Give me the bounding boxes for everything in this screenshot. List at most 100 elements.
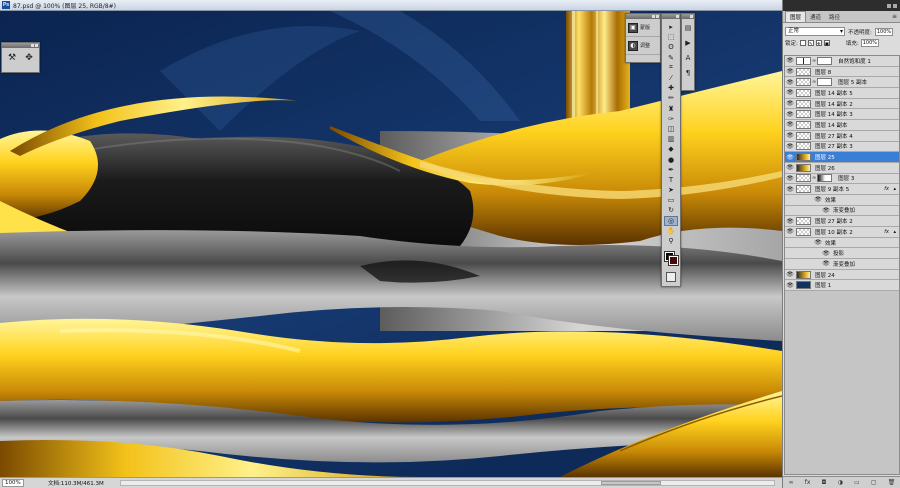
zoom-tool-icon[interactable]: ⚲ (664, 236, 678, 246)
type-tool-icon[interactable]: T (664, 175, 678, 185)
tool-preset-icon[interactable]: ⚒ (5, 51, 19, 65)
history-icon[interactable]: ▤ (682, 22, 694, 34)
panel-title-strip[interactable] (783, 0, 900, 11)
marquee-tool-icon[interactable]: ⬚ (664, 32, 678, 42)
layer-thumbnail[interactable] (796, 56, 811, 65)
link-layers-icon[interactable]: ∞ (789, 479, 794, 486)
panel-header[interactable] (682, 14, 694, 19)
layer-style-icon[interactable]: fx (805, 479, 811, 486)
visibility-eye-icon[interactable]: 👁 (785, 132, 795, 139)
layer-thumbnail[interactable] (796, 99, 811, 108)
visibility-eye-icon[interactable]: 👁 (785, 68, 795, 75)
quick-select-tool-icon[interactable]: ✎ (664, 53, 678, 63)
opacity-field[interactable]: 100% (874, 27, 893, 36)
toolbox[interactable]: ▸ ⬚ ʘ ✎ ⌗ ⁄ ✚ ✏ ♜ ✑ ◫ ▥ ◆ ● ✒ T ➤ ▭ ↻ ◎ ✋ ⚲ (661, 13, 681, 287)
mask-link-icon[interactable]: ∞ (812, 58, 816, 64)
dodge-tool-icon[interactable]: ● (664, 154, 678, 164)
background-color-swatch[interactable] (668, 255, 679, 267)
layer-mask-thumbnail[interactable] (817, 56, 833, 65)
eyedropper-tool-icon[interactable]: ⁄ (664, 73, 678, 83)
layer-row[interactable]: 👁 图层 14 副本 3 (785, 109, 899, 121)
zoom-field[interactable]: 100% (2, 479, 24, 487)
lock-pixels-icon[interactable]: ✎ (807, 40, 814, 46)
lasso-tool-icon[interactable]: ʘ (664, 42, 678, 52)
visibility-eye-icon[interactable]: 👁 (785, 228, 795, 235)
move-tool-icon[interactable]: ▸ (664, 22, 678, 32)
history-brush-icon[interactable]: ✑ (664, 114, 678, 124)
layer-row[interactable]: 👁 图层 14 副本 2 (785, 98, 899, 110)
layer-thumbnail[interactable] (796, 88, 811, 97)
visibility-eye-icon[interactable]: 👁 (785, 57, 795, 64)
blend-mode-select[interactable]: 正常 (785, 27, 845, 36)
layer-row[interactable]: 👁 图层 27 副本 2 (785, 216, 899, 227)
gradient-tool-icon[interactable]: ▥ (664, 134, 678, 144)
layer-row[interactable]: 👁 图层 10 副本 2 fx ▴ (785, 227, 899, 238)
adjustments-panel[interactable]: ▣ 蒙版 ◐ 调整 (625, 13, 661, 63)
quick-mask-button[interactable] (666, 272, 676, 283)
eraser-tool-icon[interactable]: ◫ (664, 124, 678, 134)
effect-visibility-icon[interactable]: 👁 (821, 207, 831, 214)
document-title-bar[interactable]: Ps 87.psd @ 100% (图层 25, RGB/8#) (0, 0, 782, 11)
effect-visibility-icon[interactable]: 👁 (813, 239, 823, 246)
panel-menu-icon[interactable]: ≡ (892, 13, 897, 20)
masks-panel-button[interactable]: ▣ 蒙版 (626, 19, 660, 37)
fx-expand-icon[interactable]: ▴ (893, 186, 896, 192)
visibility-eye-icon[interactable]: 👁 (785, 175, 795, 182)
visibility-eye-icon[interactable]: 👁 (785, 100, 795, 107)
layer-thumbnail[interactable] (796, 227, 811, 236)
layer-thumbnail[interactable] (796, 120, 811, 129)
layer-fx-icon[interactable]: fx (884, 229, 889, 235)
visibility-eye-icon[interactable]: 👁 (785, 218, 795, 225)
layer-thumbnail[interactable] (796, 153, 811, 162)
panel-header[interactable] (2, 43, 39, 48)
fill-field[interactable]: 100% (860, 39, 879, 47)
effect-visibility-icon[interactable]: 👁 (813, 196, 823, 203)
mask-link-icon[interactable]: ∞ (812, 175, 816, 181)
layer-row[interactable]: 👁 图层 14 副本 5 (785, 88, 899, 99)
new-adjustment-icon[interactable]: ◑ (838, 479, 843, 486)
layer-thumbnail[interactable] (796, 78, 811, 87)
crop-tool-icon[interactable]: ⌗ (664, 63, 678, 73)
layer-row[interactable]: 👁 图层 26 (785, 162, 899, 174)
layer-row[interactable]: 👁 ∞ 图层 5 副本 (785, 77, 899, 89)
layer-row[interactable]: 👁 图层 1 (785, 280, 899, 292)
tab-paths[interactable]: 路径 (825, 12, 844, 22)
layer-row[interactable]: 👁 图层 14 副本 (785, 120, 899, 131)
3d-orbit-icon[interactable]: ◎ (664, 215, 678, 226)
tab-layers[interactable]: 图层 (785, 11, 807, 22)
character-icon[interactable]: A (682, 52, 694, 64)
healing-brush-icon[interactable]: ✚ (664, 83, 678, 93)
add-mask-icon[interactable]: ◘ (822, 479, 827, 486)
new-layer-icon[interactable]: ▢ (871, 479, 877, 486)
layer-thumbnail[interactable] (796, 270, 811, 279)
layer-effect-row[interactable]: 👁 投影 (785, 248, 899, 260)
layer-thumbnail[interactable] (796, 131, 811, 140)
lock-position-icon[interactable]: ✥ (815, 40, 822, 46)
brush-tool-icon[interactable]: ✏ (664, 93, 678, 103)
path-select-icon[interactable]: ➤ (664, 185, 678, 195)
visibility-eye-icon[interactable]: 👁 (785, 154, 795, 161)
panel-dock-strip[interactable]: ▤ ▶ A ¶ (681, 13, 695, 91)
layer-row[interactable]: 👁 ∞ 自然饱和度 1 (785, 56, 899, 67)
layer-mask-thumbnail[interactable] (817, 174, 833, 183)
actions-icon[interactable]: ▶ (682, 37, 694, 49)
layer-row[interactable]: 👁 图层 8 (785, 66, 899, 78)
shape-tool-icon[interactable]: ▭ (664, 195, 678, 205)
visibility-eye-icon[interactable]: 👁 (785, 186, 795, 193)
effect-visibility-icon[interactable]: 👁 (821, 260, 831, 267)
layer-thumbnail[interactable] (796, 281, 811, 290)
visibility-eye-icon[interactable]: 👁 (785, 79, 795, 86)
blur-tool-icon[interactable]: ◆ (664, 144, 678, 154)
layer-fx-icon[interactable]: fx (884, 186, 889, 192)
layer-thumbnail[interactable] (796, 163, 811, 172)
mini-tool-panel[interactable]: ⚒ ✥ (1, 42, 40, 73)
mask-link-icon[interactable]: ∞ (812, 79, 816, 85)
layer-row[interactable]: 👁 图层 27 副本 3 (785, 141, 899, 153)
new-group-icon[interactable]: ▭ (854, 479, 860, 486)
lock-all-icon[interactable]: ■ (823, 40, 830, 46)
layers-panel-tabs[interactable]: 图层 通道 路径 ≡ (783, 11, 900, 23)
scrollbar-thumb[interactable] (601, 481, 661, 485)
layer-effect-row[interactable]: 👁 渐变叠加 (785, 205, 899, 217)
visibility-eye-icon[interactable]: 👁 (785, 271, 795, 278)
layer-effect-row[interactable]: 👁 效果 (785, 194, 899, 206)
